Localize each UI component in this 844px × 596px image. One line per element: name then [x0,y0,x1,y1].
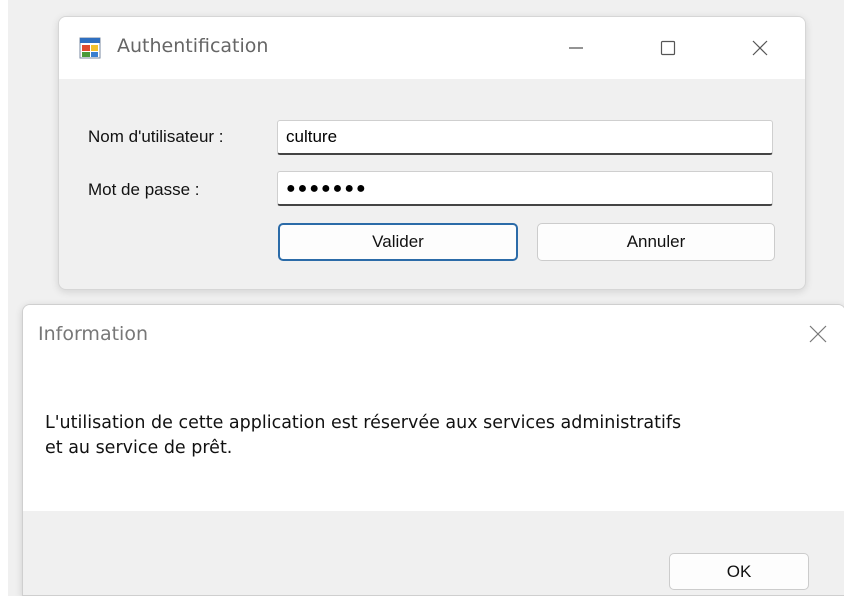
username-value: culture [286,127,338,146]
password-label: Mot de passe : [88,180,200,199]
dialog-content-area: Information L'utilisation de cette appli… [23,305,844,511]
close-icon [752,40,768,56]
maximize-icon [660,40,676,56]
maximize-button[interactable] [645,29,691,67]
username-input[interactable]: culture [277,120,773,155]
app-form-icon [79,37,101,59]
close-icon [809,325,827,343]
validate-button[interactable]: Valider [278,223,518,261]
message-line-2: et au service de prêt. [45,438,233,458]
login-window: Authentification Nom d'utilisateur : cul… [58,16,806,290]
dialog-close-button[interactable] [795,315,841,353]
dialog-message: L'utilisation de cette application est r… [45,411,805,461]
ok-button[interactable]: OK [669,553,809,590]
password-input[interactable]: ●●●●●●● [277,171,773,206]
password-mask: ●●●●●●● [286,180,368,197]
dialog-title: Information [38,323,148,345]
login-titlebar[interactable]: Authentification [59,17,805,79]
screen-edge [0,0,8,596]
message-line-1: L'utilisation de cette application est r… [45,413,682,433]
information-dialog: Information L'utilisation de cette appli… [22,304,844,596]
window-title: Authentification [117,35,269,57]
cancel-button[interactable]: Annuler [537,223,775,261]
minimize-button[interactable] [553,29,599,67]
minimize-icon [569,47,583,49]
close-button[interactable] [737,29,783,67]
username-label: Nom d'utilisateur : [88,127,224,146]
